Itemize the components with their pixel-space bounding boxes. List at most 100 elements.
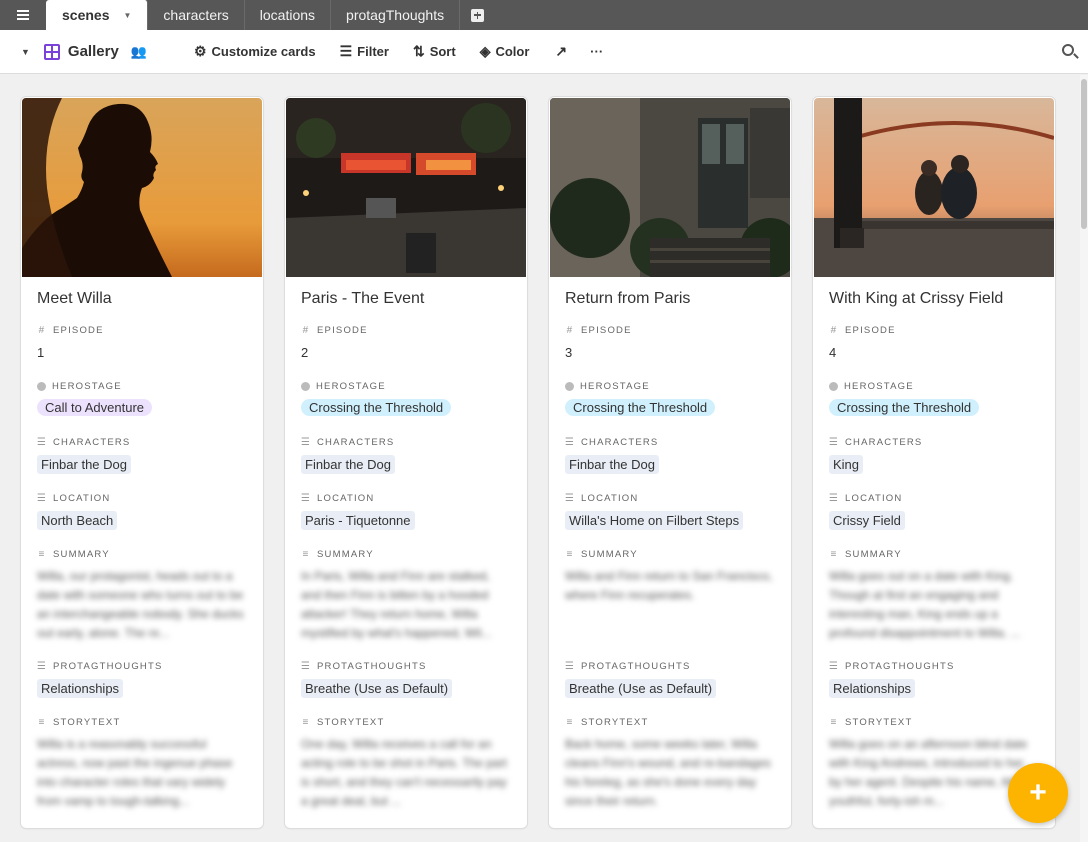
field-label-storytext: ≡ STORYTEXT: [38, 717, 121, 728]
field-label-summary: ≡ SUMMARY: [830, 549, 902, 560]
card-title: Paris - The Event: [301, 290, 425, 307]
card-title: Return from Paris: [565, 290, 691, 307]
linked-record-icon: ☰: [828, 437, 840, 448]
summary-text: Willa and Finn return to San Francisco, …: [565, 569, 773, 602]
long-text-icon: ≡: [302, 717, 310, 728]
more-icon: ···: [590, 44, 604, 59]
color-label: Color: [495, 44, 530, 59]
protagthoughts-chip: Breathe (Use as Default): [301, 679, 453, 698]
view-name[interactable]: Gallery: [68, 43, 119, 60]
record-card[interactable]: With King at Crissy Field # EPISODE 4 HER…: [813, 97, 1055, 828]
field-label-characters: ☰ CHARACTERS: [828, 437, 923, 448]
tab-scenes[interactable]: scenes ▼: [46, 0, 149, 30]
linked-record-icon: ☰: [36, 437, 48, 448]
protagthoughts-chip: Relationships: [37, 679, 124, 698]
location-chip: North Beach: [37, 511, 118, 530]
single-select-icon: [301, 382, 310, 391]
add-table-button[interactable]: [460, 0, 494, 30]
sort-button[interactable]: ⇅ Sort: [413, 43, 456, 60]
field-label-storytext: ≡ STORYTEXT: [566, 717, 649, 728]
herostage-pill: Crossing the Threshold: [829, 399, 980, 416]
tab-label: locations: [259, 7, 316, 23]
color-button[interactable]: ◈ Color: [480, 43, 530, 60]
summary-text: Willa, our protagonist, heads out to a d…: [37, 569, 244, 640]
herostage-pill: Call to Adventure: [37, 399, 153, 416]
field-label-location: ☰ LOCATION: [36, 493, 111, 504]
field-label-episode: # EPISODE: [830, 325, 896, 336]
field-label-storytext: ≡ STORYTEXT: [302, 717, 385, 728]
storytext-text: Willa goes on an afternoon blind date wi…: [829, 737, 1028, 808]
field-label-protagthoughts: ☰ PROTAGTHOUGHTS: [828, 661, 955, 672]
collapse-triangle-icon[interactable]: ▼: [21, 47, 30, 57]
menu-icon[interactable]: [0, 0, 46, 30]
field-label-episode: # EPISODE: [38, 325, 104, 336]
card-cover-image: [550, 98, 790, 277]
record-card[interactable]: Return from Paris # EPISODE 3 HEROSTAGE C…: [549, 97, 791, 828]
tab-label: scenes: [62, 7, 110, 23]
card-title: Meet Willa: [37, 290, 112, 307]
field-label-herostage: HEROSTAGE: [301, 381, 386, 392]
record-card[interactable]: Meet Willa # EPISODE 1 HEROSTAGE Call to …: [21, 97, 263, 828]
protagthoughts-chip: Breathe (Use as Default): [565, 679, 717, 698]
linked-record-icon: ☰: [36, 661, 48, 672]
storytext-text: Willa is a reasonably successful actress…: [37, 737, 233, 808]
linked-record-icon: ☰: [564, 437, 576, 448]
plus-icon: +: [1029, 776, 1047, 809]
long-text-icon: ≡: [830, 717, 838, 728]
filter-icon: ☰: [339, 43, 353, 59]
record-card[interactable]: Paris - The Event # EPISODE 2 HEROSTAGE C…: [285, 97, 527, 828]
customize-cards-label: Customize cards: [211, 44, 316, 59]
gear-icon: ⚙: [193, 43, 207, 59]
field-label-summary: ≡ SUMMARY: [38, 549, 110, 560]
filter-label: Filter: [357, 44, 389, 59]
tab-protagthoughts[interactable]: protagThoughts: [331, 0, 461, 30]
field-label-characters: ☰ CHARACTERS: [300, 437, 395, 448]
paint-bucket-icon: ◈: [479, 43, 491, 59]
field-label-characters: ☰ CHARACTERS: [36, 437, 131, 448]
number-field-icon: #: [302, 325, 310, 336]
card-cover-image: [22, 98, 262, 277]
customize-cards-button[interactable]: ⚙ Customize cards: [194, 43, 316, 60]
field-label-protagthoughts: ☰ PROTAGTHOUGHTS: [564, 661, 691, 672]
gallery-view: Meet Willa # EPISODE 1 HEROSTAGE Call to …: [0, 75, 1080, 842]
episode-value: 4: [829, 345, 837, 360]
number-field-icon: #: [566, 325, 574, 336]
field-label-protagthoughts: ☰ PROTAGTHOUGHTS: [300, 661, 427, 672]
tab-characters[interactable]: characters: [148, 0, 245, 30]
table-tab-bar: scenes ▼ characters locations protagThou…: [0, 0, 1088, 30]
field-label-herostage: HEROSTAGE: [565, 381, 650, 392]
long-text-icon: ≡: [830, 549, 838, 560]
field-label-herostage: HEROSTAGE: [829, 381, 914, 392]
field-label-protagthoughts: ☰ PROTAGTHOUGHTS: [36, 661, 163, 672]
add-record-button[interactable]: +: [1008, 763, 1068, 823]
storytext-text: Back home, some weeks later, Willa clean…: [565, 737, 771, 808]
episode-value: 2: [301, 345, 309, 360]
single-select-icon: [829, 382, 838, 391]
scrollbar-thumb[interactable]: [1081, 79, 1087, 229]
sort-label: Sort: [429, 44, 456, 59]
more-options-button[interactable]: ···: [590, 44, 603, 59]
episode-value: 3: [565, 345, 573, 360]
tab-locations[interactable]: locations: [245, 0, 332, 30]
storytext-text: One day, Willa receives a call for an ac…: [301, 737, 507, 808]
filter-button[interactable]: ☰ Filter: [340, 43, 389, 60]
long-text-icon: ≡: [566, 549, 574, 560]
sort-icon: ⇅: [412, 43, 425, 59]
location-chip: Crissy Field: [829, 511, 905, 530]
field-label-episode: # EPISODE: [566, 325, 632, 336]
search-icon[interactable]: [1062, 44, 1074, 56]
summary-text: In Paris, Willa and Finn are stalked, an…: [301, 569, 492, 640]
external-link-icon: ↗: [555, 43, 568, 59]
field-label-location: ☰ LOCATION: [300, 493, 375, 504]
chevron-down-icon[interactable]: ▼: [123, 11, 131, 20]
share-view-button[interactable]: ↗: [555, 43, 572, 60]
collaborators-icon[interactable]: 👥: [131, 44, 147, 60]
tab-label: characters: [163, 7, 229, 23]
card-cover-image: [286, 98, 526, 277]
herostage-pill: Crossing the Threshold: [565, 399, 716, 416]
field-label-summary: ≡ SUMMARY: [566, 549, 638, 560]
vertical-scrollbar[interactable]: [1080, 75, 1088, 842]
linked-record-icon: ☰: [564, 493, 576, 504]
long-text-icon: ≡: [38, 549, 46, 560]
linked-record-icon: ☰: [828, 661, 840, 672]
